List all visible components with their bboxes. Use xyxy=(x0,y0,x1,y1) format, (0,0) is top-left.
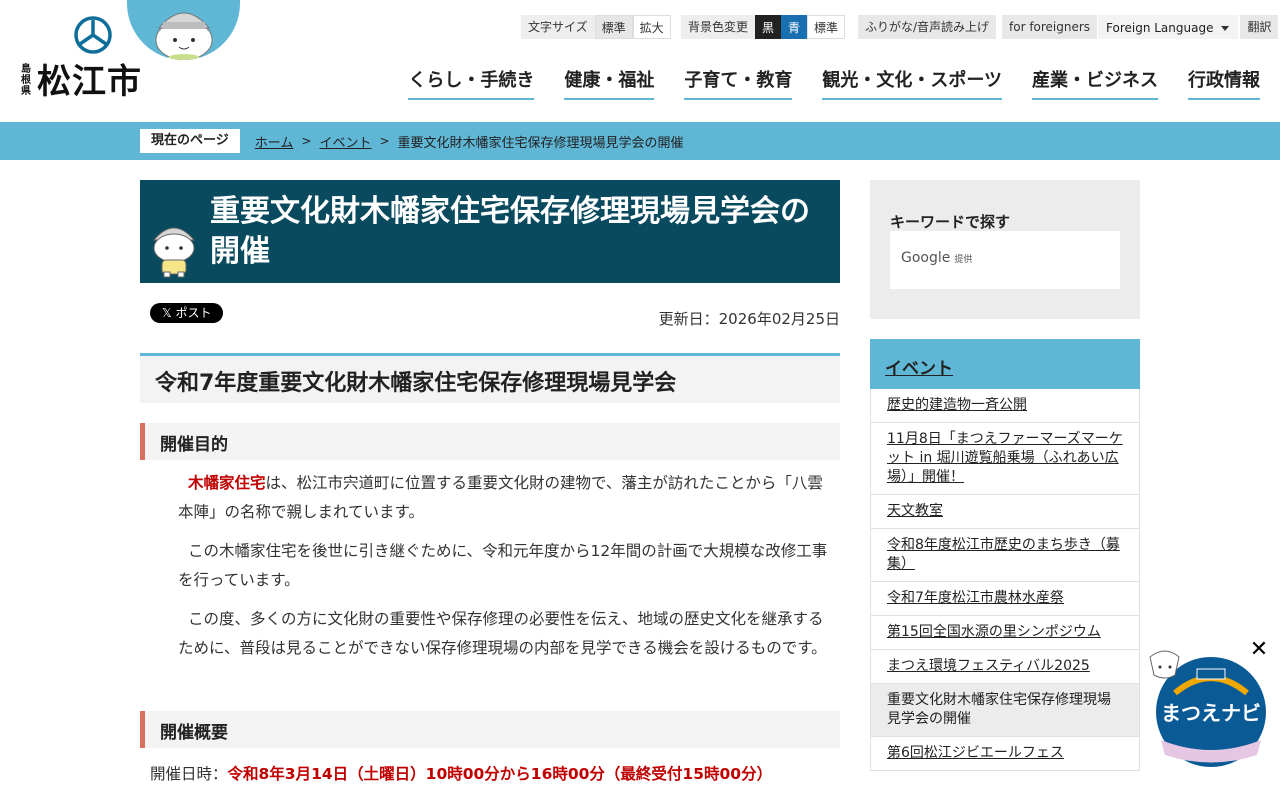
background-color-control: 背景色変更 黒 青 標準 xyxy=(681,15,846,39)
x-post-button[interactable]: 𝕏 ポスト xyxy=(150,303,224,323)
city-emblem-icon xyxy=(74,16,112,54)
language-select-label: Foreign Language xyxy=(1106,21,1214,35)
sidebar-item-label: 天文教室 xyxy=(887,503,943,519)
logo-city-name: 松江市 xyxy=(37,62,142,102)
chevron-right-icon: > xyxy=(301,134,312,148)
section-heading-purpose: 開催目的 xyxy=(140,423,840,460)
gnav-item-childcare[interactable]: 子育て・教育 xyxy=(684,66,793,100)
sidebar-item-label: 令和7年度松江市農林水産祭 xyxy=(887,590,1064,606)
paragraph-1-text: は、松江市宍道町に位置する重要文化財の建物で、藩主が訪れたことから「八雲本陣」の… xyxy=(178,474,823,521)
google-search-branding: Google 提供 xyxy=(901,250,972,266)
main-content: 重要文化財木幡家住宅保存修理現場見学会の開催 𝕏 ポスト 更新日：2026年02… xyxy=(140,180,840,783)
page-title-box: 重要文化財木幡家住宅保存修理現場見学会の開催 xyxy=(140,180,840,283)
translate-button[interactable]: 翻訳 xyxy=(1240,15,1279,39)
font-size-label: 文字サイズ xyxy=(521,15,595,39)
google-provided-label: 提供 xyxy=(954,255,973,265)
bg-standard-button[interactable]: 標準 xyxy=(807,15,846,39)
sidebar-item[interactable]: 天文教室 xyxy=(870,495,1140,529)
sidebar-search: キーワードで探す Google 提供 xyxy=(870,180,1140,319)
sidebar-item-label: 第15回全国水源の里シンポジウム xyxy=(887,624,1101,640)
sidebar-item[interactable]: 歴史的建造物一斉公開 xyxy=(870,389,1140,423)
chevron-down-icon xyxy=(1221,26,1230,31)
navi-label: まつえナビ xyxy=(1161,701,1261,725)
section-heading-overview: 開催概要 xyxy=(140,711,840,748)
page-title: 重要文化財木幡家住宅保存修理現場見学会の開催 xyxy=(210,194,810,269)
breadcrumb-label: 現在のページ xyxy=(140,129,240,153)
sidebar-item-label: 11月8日「まつえファーマーズマーケット in 堀川遊覧船乗場（ふれあい広場）」… xyxy=(887,431,1123,485)
breadcrumb-band: 現在のページ ホーム > イベント > 重要文化財木幡家住宅保存修理現場見学会の… xyxy=(0,122,1280,160)
mascot-icon xyxy=(155,12,213,60)
sidebar-item-label: 令和8年度松江市歴史のまち歩き（募集） xyxy=(887,537,1120,572)
matsue-navi-badge[interactable]: まつえナビ xyxy=(1145,645,1270,770)
bg-blue-button[interactable]: 青 xyxy=(781,15,808,39)
sidebar-item[interactable]: 第15回全国水源の里シンポジウム xyxy=(870,616,1140,650)
gnav-item-administration[interactable]: 行政情報 xyxy=(1188,66,1260,100)
foreign-language-select[interactable]: Foreign Language xyxy=(1098,15,1239,39)
breadcrumb: 現在のページ ホーム > イベント > 重要文化財木幡家住宅保存修理現場見学会の… xyxy=(140,129,684,153)
sidebar-item[interactable]: 令和8年度松江市歴史のまち歩き（募集） xyxy=(870,529,1140,582)
sidebar-nav-heading[interactable]: イベント xyxy=(870,339,1140,389)
search-input[interactable]: Google 提供 xyxy=(890,231,1120,289)
site-header: 島根県 松江市 文字サイズ 標準 拡大 背景色変更 黒 青 標準 ふりがな/音声… xyxy=(0,0,1280,122)
sidebar-item[interactable]: 11月8日「まつえファーマーズマーケット in 堀川遊覧船乗場（ふれあい広場）」… xyxy=(870,423,1140,495)
updated-date: 更新日：2026年02月25日 xyxy=(658,310,840,328)
highlight-text: 木幡家住宅 xyxy=(188,474,266,492)
site-logo[interactable]: 島根県 松江市 xyxy=(20,14,150,104)
search-heading: キーワードで探す xyxy=(890,213,1011,231)
breadcrumb-home-link[interactable]: ホーム xyxy=(255,132,294,151)
sidebar-item[interactable]: 第6回松江ジビエールフェス xyxy=(870,737,1140,771)
gnav-item-health[interactable]: 健康・福祉 xyxy=(564,66,655,100)
gnav-item-business[interactable]: 産業・ビジネス xyxy=(1032,66,1158,100)
for-foreigners-link[interactable]: for foreigners xyxy=(1002,15,1098,39)
sidebar-item[interactable]: まつえ環境フェスティバル2025 xyxy=(870,650,1140,684)
gnav-item-tourism[interactable]: 観光・文化・スポーツ xyxy=(822,66,1002,100)
sidebar-item[interactable]: 令和7年度松江市農林水産祭 xyxy=(870,582,1140,616)
date-label: 開催日時： xyxy=(150,765,228,783)
date-value: 令和8年3月14日（土曜日）10時00分から16時00分（最終受付15時00分） xyxy=(227,765,773,783)
section-heading-main: 令和7年度重要文化財木幡家住宅保存修理現場見学会 xyxy=(140,353,840,403)
gnav-item-living[interactable]: くらし・手続き xyxy=(408,66,535,100)
breadcrumb-current: 重要文化財木幡家住宅保存修理現場見学会の開催 xyxy=(397,135,684,151)
furigana-button[interactable]: ふりがな/音声読み上げ xyxy=(858,15,997,39)
bg-black-button[interactable]: 黒 xyxy=(755,15,782,39)
logo-prefecture: 島根県 xyxy=(21,64,31,97)
matsue-navi-icon: まつえナビ xyxy=(1149,650,1266,767)
breadcrumb-event-link[interactable]: イベント xyxy=(319,132,371,151)
google-label: Google xyxy=(901,250,951,266)
sidebar-item-current: 重要文化財木幡家住宅保存修理現場見学会の開催 xyxy=(870,684,1140,737)
chevron-right-icon: > xyxy=(379,134,390,148)
font-size-control: 文字サイズ 標準 拡大 xyxy=(521,15,671,39)
foreigners-control: for foreigners xyxy=(1002,15,1098,39)
paragraph-3: この度、多くの方に文化財の重要性や保存修理の必要性を伝え、地域の歴史文化を継承す… xyxy=(178,610,827,657)
font-large-button[interactable]: 拡大 xyxy=(632,15,671,39)
furigana-control: ふりがな/音声読み上げ xyxy=(858,15,997,39)
paragraph-2: この木幡家住宅を後世に引き継ぐために、令和元年度から12年間の計画で大規模な改修… xyxy=(178,542,828,589)
event-date-line: 開催日時：令和8年3月14日（土曜日）10時00分から16時00分（最終受付15… xyxy=(150,762,772,784)
font-standard-button[interactable]: 標準 xyxy=(594,15,633,39)
language-control: Foreign Language 翻訳 xyxy=(1098,15,1279,39)
sidebar-item-label: 重要文化財木幡家住宅保存修理現場見学会の開催 xyxy=(887,692,1111,727)
mascot-icon xyxy=(152,227,196,278)
bg-color-label: 背景色変更 xyxy=(681,15,756,39)
sidebar-item-label: 歴史的建造物一斉公開 xyxy=(887,397,1027,413)
sidebar-item-label: 第6回松江ジビエールフェス xyxy=(887,745,1064,761)
sidebar-event-nav: イベント 歴史的建造物一斉公開 11月8日「まつえファーマーズマーケット in … xyxy=(870,339,1140,771)
paragraph-1: 木幡家住宅は、松江市宍道町に位置する重要文化財の建物で、藩主が訪れたことから「八… xyxy=(178,469,828,527)
global-nav: くらし・手続き 健康・福祉 子育て・教育 観光・文化・スポーツ 産業・ビジネス … xyxy=(378,66,1260,100)
sidebar-item-label: まつえ環境フェスティバル2025 xyxy=(887,658,1090,674)
